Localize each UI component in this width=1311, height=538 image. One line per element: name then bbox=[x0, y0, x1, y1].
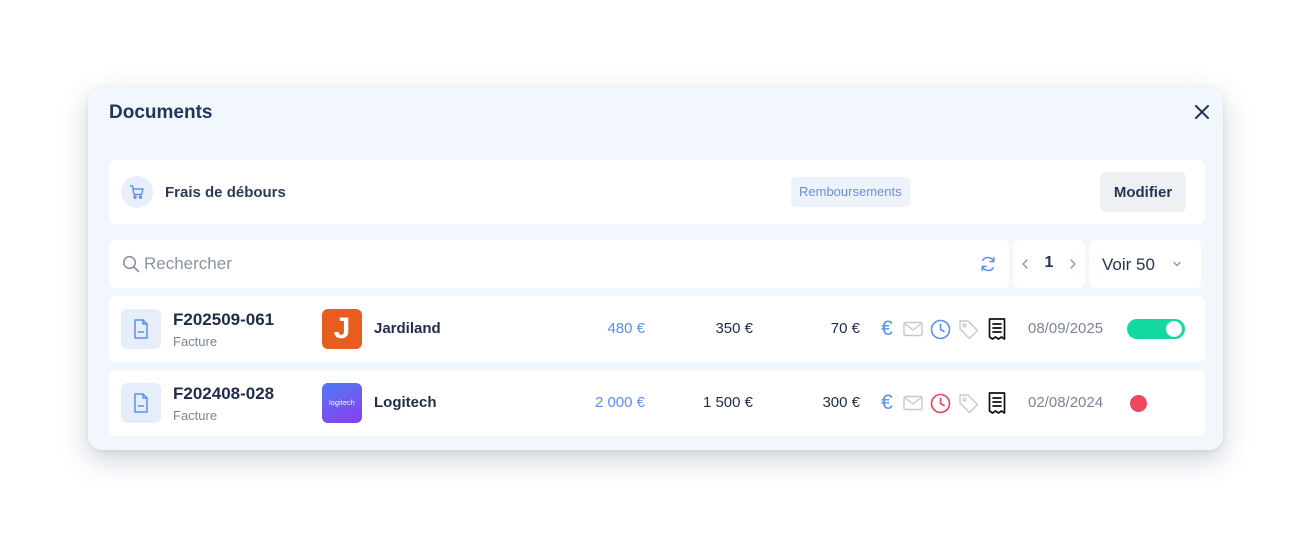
document-icon bbox=[134, 319, 148, 339]
amount-tva: 300 € bbox=[822, 394, 860, 411]
receipt-icon bbox=[986, 318, 1008, 340]
vendor-name: Logitech bbox=[374, 394, 437, 411]
document-date: 02/08/2024 bbox=[1028, 394, 1104, 411]
status-toggle[interactable] bbox=[1127, 319, 1185, 339]
clock-icon bbox=[929, 392, 951, 414]
cart-icon bbox=[129, 185, 144, 199]
tag-icon bbox=[957, 392, 979, 414]
per-page-label: Voir 50 bbox=[1102, 255, 1155, 274]
per-page-select[interactable]: Voir 50 bbox=[1089, 240, 1201, 288]
amount-tva: 70 € bbox=[830, 320, 860, 337]
pagination: 1 bbox=[1013, 240, 1085, 288]
close-button[interactable] bbox=[1191, 101, 1213, 123]
cart-badge bbox=[121, 176, 153, 208]
amount-ht: 350 € bbox=[715, 320, 753, 337]
document-icon bbox=[134, 393, 148, 413]
clock-icon bbox=[929, 318, 951, 340]
document-id: F202408-028 bbox=[173, 384, 275, 403]
euro-icon: € bbox=[881, 391, 893, 414]
category-tag: Remboursements bbox=[791, 177, 910, 207]
table-row[interactable]: F202408-028 Facture logitech Logitech 2 … bbox=[109, 370, 1205, 436]
documents-modal: Documents Frais de débours Remboursement… bbox=[88, 87, 1223, 450]
euro-icon: € bbox=[881, 317, 893, 340]
chevron-right-icon bbox=[1070, 259, 1076, 269]
amount-total: 480 € bbox=[607, 320, 645, 337]
close-icon bbox=[1195, 105, 1209, 119]
status-dot bbox=[1130, 395, 1147, 412]
mail-icon bbox=[902, 318, 924, 340]
vendor-logo: logitech bbox=[322, 383, 362, 423]
search-icon bbox=[122, 255, 140, 273]
amount-ht: 1 500 € bbox=[702, 394, 753, 411]
document-id: F202509-061 bbox=[173, 310, 275, 329]
receipt-icon bbox=[986, 392, 1008, 414]
modal-title: Documents bbox=[109, 102, 213, 123]
vendor-name: Jardiland bbox=[374, 320, 441, 337]
table-row[interactable]: F202509-061 Facture J Jardiland 480 € 35… bbox=[109, 296, 1205, 362]
edit-button[interactable]: Modifier bbox=[1100, 172, 1186, 212]
document-date: 08/09/2025 bbox=[1028, 320, 1104, 337]
next-page-button[interactable] bbox=[1067, 254, 1079, 274]
search-bar bbox=[109, 240, 1009, 288]
toggle-knob bbox=[1166, 321, 1182, 337]
chevron-down-icon bbox=[1173, 261, 1181, 267]
document-badge bbox=[121, 309, 161, 349]
amount-total: 2 000 € bbox=[594, 394, 645, 411]
document-type: Facture bbox=[173, 408, 218, 423]
refresh-icon[interactable] bbox=[978, 254, 998, 274]
search-input[interactable] bbox=[144, 248, 964, 280]
category-label: Frais de débours bbox=[165, 184, 286, 201]
category-card: Frais de débours Remboursements Modifier bbox=[109, 160, 1205, 224]
tag-icon bbox=[957, 318, 979, 340]
vendor-logo: J bbox=[322, 309, 362, 349]
mail-icon bbox=[902, 392, 924, 414]
document-badge bbox=[121, 383, 161, 423]
document-type: Facture bbox=[173, 334, 218, 349]
